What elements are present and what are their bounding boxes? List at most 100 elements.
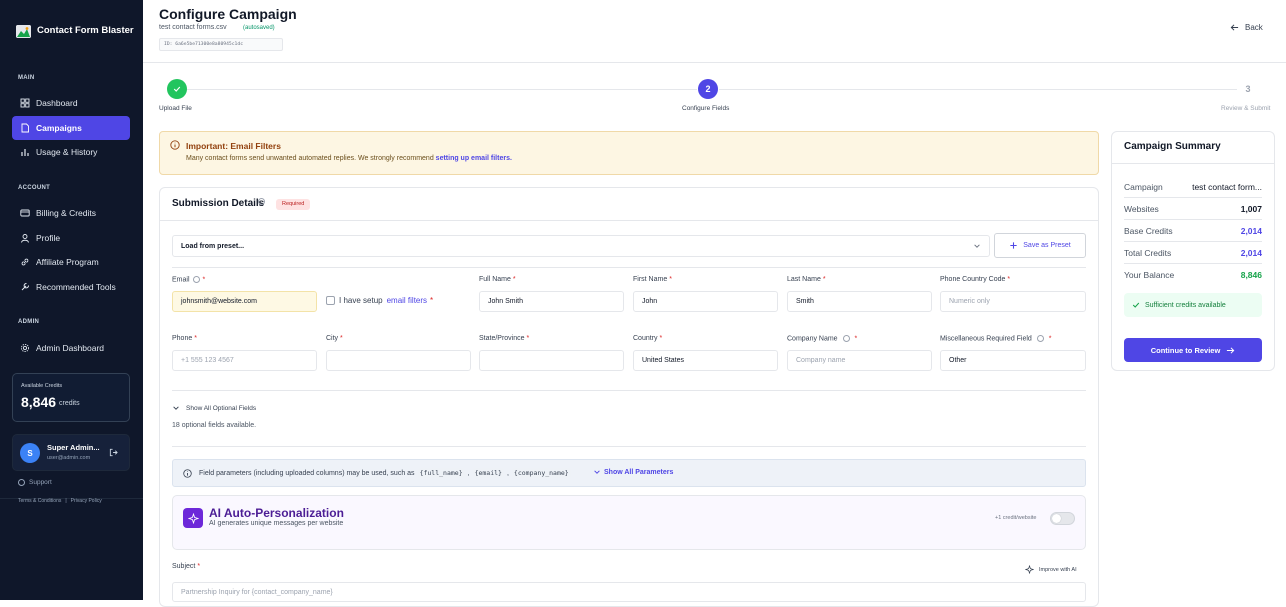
support-label: Support — [29, 479, 52, 486]
show-optional-label: Show All Optional Fields — [186, 404, 257, 412]
privacy-link[interactable]: Privacy Policy — [71, 498, 102, 504]
avatar: S — [20, 443, 40, 463]
show-optional-fields-toggle[interactable]: Show All Optional Fields — [172, 404, 256, 412]
phone-input[interactable]: +1 555 123 4567 — [172, 350, 317, 371]
step-1-label: Upload File — [159, 105, 192, 112]
user-icon — [21, 234, 29, 243]
show-all-parameters-toggle[interactable]: Show All Parameters — [593, 468, 673, 476]
sidebar-item-dashboard[interactable]: Dashboard — [12, 91, 130, 115]
email-label: Email * — [172, 276, 206, 284]
preset-select[interactable]: Load from preset... — [172, 235, 990, 257]
last-name-input[interactable]: Smith — [787, 291, 932, 312]
summary-row-label: Campaign — [1124, 182, 1163, 192]
sidebar-item-label: Affiliate Program — [36, 257, 99, 267]
subject-input[interactable]: Partnership Inquiry for {contact_company… — [172, 582, 1086, 602]
parameters-text-row: Field parameters (including uploaded col… — [199, 468, 571, 478]
optional-fields-count: 18 optional fields available. — [172, 422, 257, 429]
step-1-done — [167, 79, 187, 99]
misc-field-label: Miscellaneous Required Field * — [940, 335, 1052, 343]
email-filters-checkbox[interactable] — [326, 296, 335, 305]
sidebar-item-affiliate[interactable]: Affiliate Program — [12, 250, 130, 274]
chevron-down-icon — [173, 406, 179, 410]
back-label: Back — [1245, 23, 1263, 32]
sidebar-item-campaigns[interactable]: Campaigns — [12, 116, 130, 140]
country-label: Country * — [633, 335, 663, 342]
section-label-admin: ADMIN — [18, 319, 40, 325]
arrow-left-icon — [1230, 24, 1239, 31]
info-icon[interactable] — [258, 198, 265, 205]
terms-link[interactable]: Terms & Conditions — [18, 498, 61, 504]
phone-label: Phone * — [172, 335, 197, 342]
sidebar-item-billing[interactable]: Billing & Credits — [12, 201, 130, 225]
gear-icon — [20, 343, 30, 353]
checkbox-email-filters-link[interactable]: email filters — [387, 296, 427, 305]
summary-divider — [1112, 163, 1274, 164]
grid-icon — [20, 98, 30, 108]
improve-with-ai-button[interactable]: Improve with AI — [1025, 565, 1077, 574]
sidebar-item-admin-dashboard[interactable]: Admin Dashboard — [12, 336, 130, 360]
save-preset-button[interactable]: Save as Preset — [994, 233, 1086, 258]
summary-row-value: 2,014 — [1240, 248, 1262, 258]
summary-row-websites: Websites 1,007 — [1124, 198, 1262, 220]
stepper-line — [719, 89, 1237, 90]
city-label: City * — [326, 335, 343, 342]
help-icon — [18, 479, 25, 486]
app-title: Contact Form Blaster — [37, 25, 134, 36]
sidebar-item-tools[interactable]: Recommended Tools — [12, 275, 130, 299]
back-button[interactable]: Back — [1230, 23, 1263, 32]
alert-text-wrap: Many contact forms send unwanted automat… — [186, 155, 512, 162]
logout-icon[interactable] — [109, 448, 118, 457]
summary-row-label: Base Credits — [1124, 226, 1173, 236]
summary-row-label: Total Credits — [1124, 248, 1172, 258]
param-code: {full_name} — [417, 468, 465, 478]
sidebar-item-profile[interactable]: Profile — [12, 226, 130, 250]
submission-title: Submission Details — [172, 198, 265, 209]
sidebar-item-label: Recommended Tools — [36, 282, 116, 292]
save-preset-label: Save as Preset — [1023, 242, 1071, 249]
section-divider — [172, 446, 1086, 447]
legal-separator: | — [65, 498, 67, 504]
misc-field-input[interactable]: Other — [940, 350, 1086, 371]
support-link[interactable]: Support — [18, 479, 52, 486]
full-name-label: Full Name * — [479, 276, 516, 283]
country-input[interactable]: United States — [633, 350, 778, 371]
company-name-label: Company Name * — [787, 335, 858, 343]
file-icon — [21, 123, 29, 133]
legal-links: Terms & Conditions | Privacy Policy — [18, 498, 102, 504]
continue-to-review-button[interactable]: Continue to Review — [1124, 338, 1262, 362]
step-2-active: 2 — [698, 79, 718, 99]
summary-row-base-credits: Base Credits 2,014 — [1124, 220, 1262, 242]
first-name-input[interactable]: John — [633, 291, 778, 312]
app-logo — [16, 25, 31, 38]
credit-card-icon — [20, 209, 30, 217]
info-icon — [183, 469, 192, 478]
summary-row-value: test contact form... — [1192, 182, 1262, 192]
sidebar-item-usage[interactable]: Usage & History — [12, 140, 130, 164]
ai-subtitle: AI generates unique messages per website — [209, 520, 344, 527]
email-filters-link[interactable]: setting up email filters. — [436, 155, 512, 162]
sidebar-item-label: Usage & History — [36, 147, 98, 157]
email-filter-alert — [159, 131, 1099, 175]
phone-country-code-input[interactable]: Numeric only — [940, 291, 1086, 312]
company-name-input[interactable]: Company name — [787, 350, 932, 371]
full-name-input[interactable]: John Smith — [479, 291, 624, 312]
section-divider — [172, 390, 1086, 391]
sidebar: Contact Form Blaster MAIN Dashboard Camp… — [0, 0, 143, 600]
section-divider — [172, 267, 1086, 268]
credits-label: Available Credits — [21, 383, 63, 389]
link-icon — [21, 258, 29, 266]
ai-title: AI Auto-Personalization — [209, 506, 344, 520]
stepper-line — [186, 89, 697, 90]
ai-cost: +1 credit/website — [995, 515, 1037, 521]
sufficient-credits-status: Sufficient credits available — [1124, 293, 1262, 317]
plus-icon — [1010, 242, 1017, 249]
email-input[interactable]: johnsmith@website.com — [172, 291, 317, 312]
arrow-right-icon — [1227, 346, 1235, 354]
state-input[interactable] — [479, 350, 624, 371]
ai-toggle[interactable] — [1050, 512, 1075, 525]
email-filters-checkbox-row: I have setup email filters * — [326, 296, 433, 305]
header-divider — [143, 62, 1286, 63]
sufficient-credits-label: Sufficient credits available — [1145, 301, 1226, 309]
param-code: {email} — [472, 468, 504, 478]
city-input[interactable] — [326, 350, 471, 371]
